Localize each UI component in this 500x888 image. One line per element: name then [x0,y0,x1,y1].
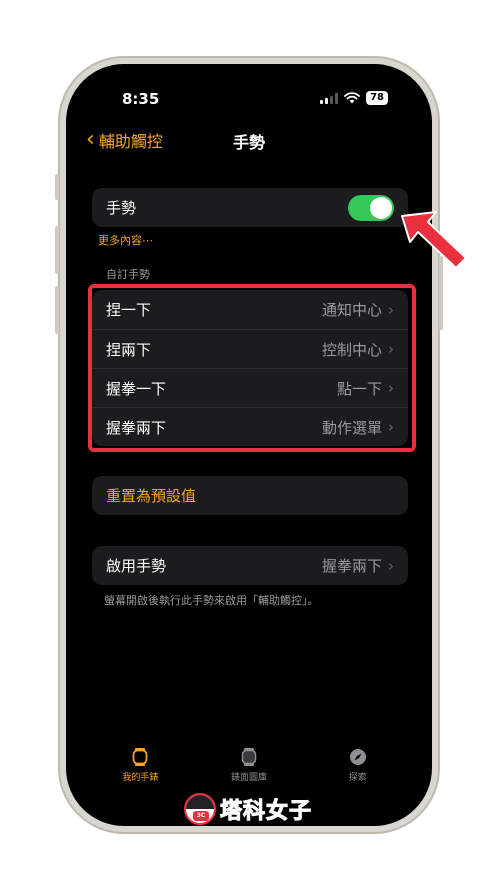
tab-label: 探索 [348,773,367,783]
activation-gesture-label: 啟用手勢 [106,557,167,575]
gesture-toggle-label: 手勢 [106,199,137,217]
tab-my-watch[interactable]: 我的手錶 [95,748,185,783]
gesture-toggle-card: 手勢 [92,188,408,227]
highlight-box [88,284,416,452]
watch-icon [131,748,149,766]
tab-bar: 我的手錶 錶面圖庫 探索 [66,748,432,783]
screen: 8:35 78 ‹ 輔助觸控 手勢 手勢 更多內容⋯ 自訂手勢 捏一下 通知中心… [66,64,432,826]
watermark-badge: 3C [193,811,209,821]
reset-button[interactable]: 重置為預設值 [92,476,408,515]
activation-gesture-value: 握拳兩下 [321,557,382,575]
watermark: 3C 塔科女子 [184,793,312,825]
reset-card: 重置為預設值 [92,476,408,515]
cellular-signal-icon [320,92,339,104]
reset-button-label: 重置為預設值 [106,487,197,505]
custom-gestures-header: 自訂手勢 [106,268,150,281]
tab-label: 錶面圖庫 [230,773,267,783]
status-icons: 78 [320,91,388,105]
watermark-text: 塔科女子 [219,799,313,825]
chevron-right-icon: › [388,556,394,575]
wifi-icon [344,92,360,104]
pointer-arrow-icon [401,211,467,269]
compass-icon [349,748,367,766]
gesture-toggle-switch[interactable] [348,194,394,221]
watermark-avatar: 3C [184,793,216,825]
activation-card: 啟用手勢 握拳兩下 › [92,546,408,585]
tab-label: 我的手錶 [122,773,159,783]
battery-icon: 78 [366,91,388,105]
toggle-knob [370,196,392,219]
tab-face-gallery[interactable]: 錶面圖庫 [204,748,294,783]
volume-down-button [55,286,59,334]
volume-up-button [55,226,59,274]
activation-gesture-row[interactable]: 啟用手勢 握拳兩下 › [92,546,408,585]
watch-face-icon [240,748,258,766]
status-time: 8:35 [122,90,160,108]
more-info-link[interactable]: 更多內容⋯ [98,232,153,248]
page-title: 手勢 [232,133,265,152]
tab-discover[interactable]: 探索 [313,748,403,783]
activation-note: 螢幕開啟後執行此手勢來啟用「輔助觸控」。 [104,594,319,607]
mute-switch [55,174,59,200]
gesture-toggle-row: 手勢 [92,188,408,227]
